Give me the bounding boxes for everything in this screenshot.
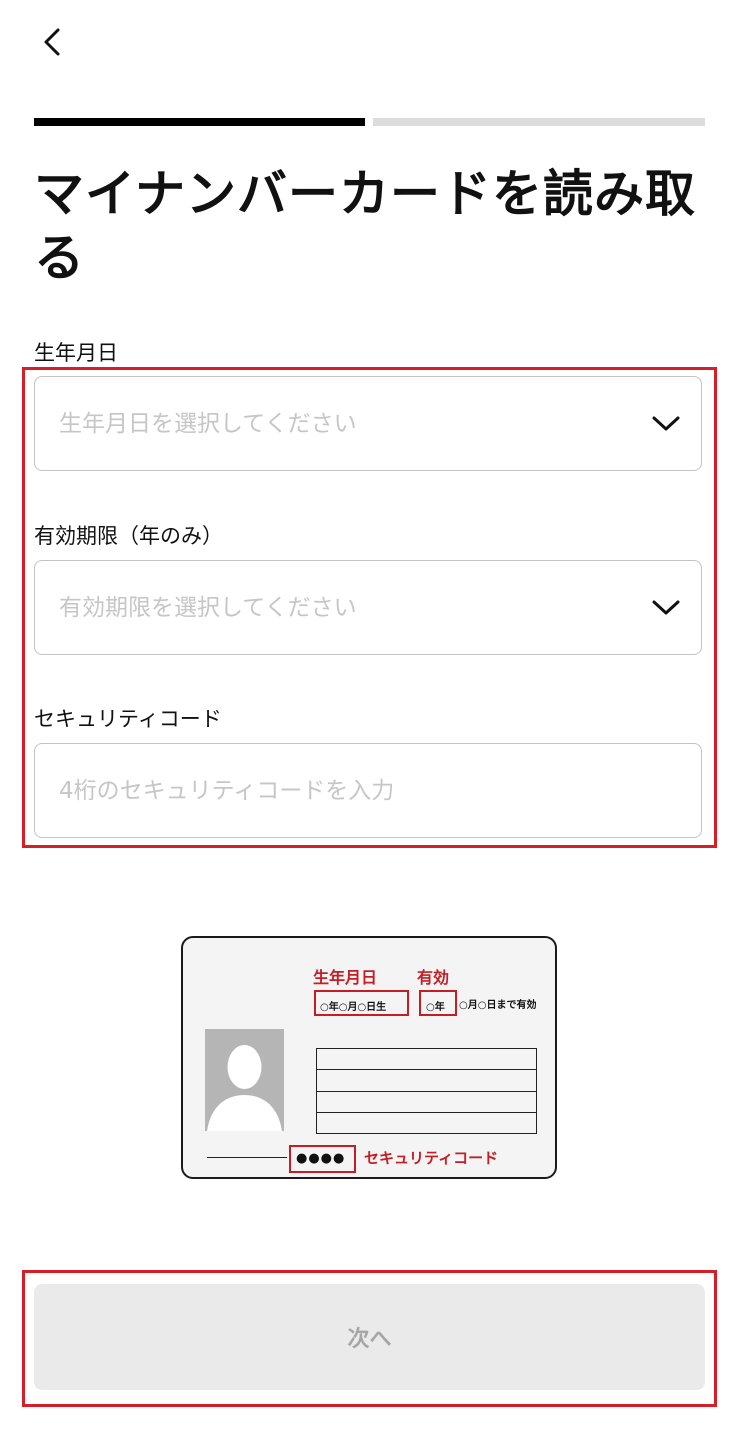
security-code-field[interactable] [34,743,702,838]
person-silhouette-icon [207,1045,282,1131]
progress-step-remaining [373,118,705,126]
chevron-down-icon [651,597,681,621]
card-bottom-line [207,1157,287,1158]
expiry-label: 有効期限（年のみ） [34,524,223,548]
security-code-label: セキュリティコード [34,707,222,731]
card-security-box: ●●●● [289,1145,356,1173]
card-expiry-rest: ○月○日まで有効 [459,1000,537,1011]
birthdate-label: 生年月日 [34,341,118,365]
card-security-label: セキュリティコード [364,1149,499,1167]
card-expiry-year: ○年 [426,1002,445,1013]
expiry-select[interactable]: 有効期限を選択してください [34,560,702,655]
card-expiry-label: 有効 [417,968,450,987]
page-title: マイナンバーカードを読み取る [34,165,696,287]
birthdate-placeholder: 生年月日を選択してください [59,411,357,437]
chevron-down-icon [651,413,681,437]
card-expiry-box: ○年 [419,990,457,1016]
expiry-placeholder: 有効期限を選択してください [59,595,357,621]
mynumber-card-illustration: 生年月日 有効 ○年○月○日生 ○年 ○月○日まで有効 ●●●● セキュリティコ… [181,936,557,1179]
card-birthdate-box: ○年○月○日生 [314,990,409,1016]
chevron-left-icon [30,20,74,64]
card-photo-placeholder [205,1029,284,1131]
back-button[interactable] [30,20,74,64]
security-code-input[interactable] [35,744,701,837]
birthdate-select[interactable]: 生年月日を選択してください [34,376,702,471]
card-security-dots: ●●●● [296,1151,346,1166]
card-birthdate-value: ○年○月○日生 [320,1002,387,1013]
progress-step-active [34,118,365,126]
card-birthdate-label: 生年月日 [313,968,378,987]
card-info-lines [316,1048,537,1134]
next-button[interactable]: 次へ [34,1284,705,1390]
